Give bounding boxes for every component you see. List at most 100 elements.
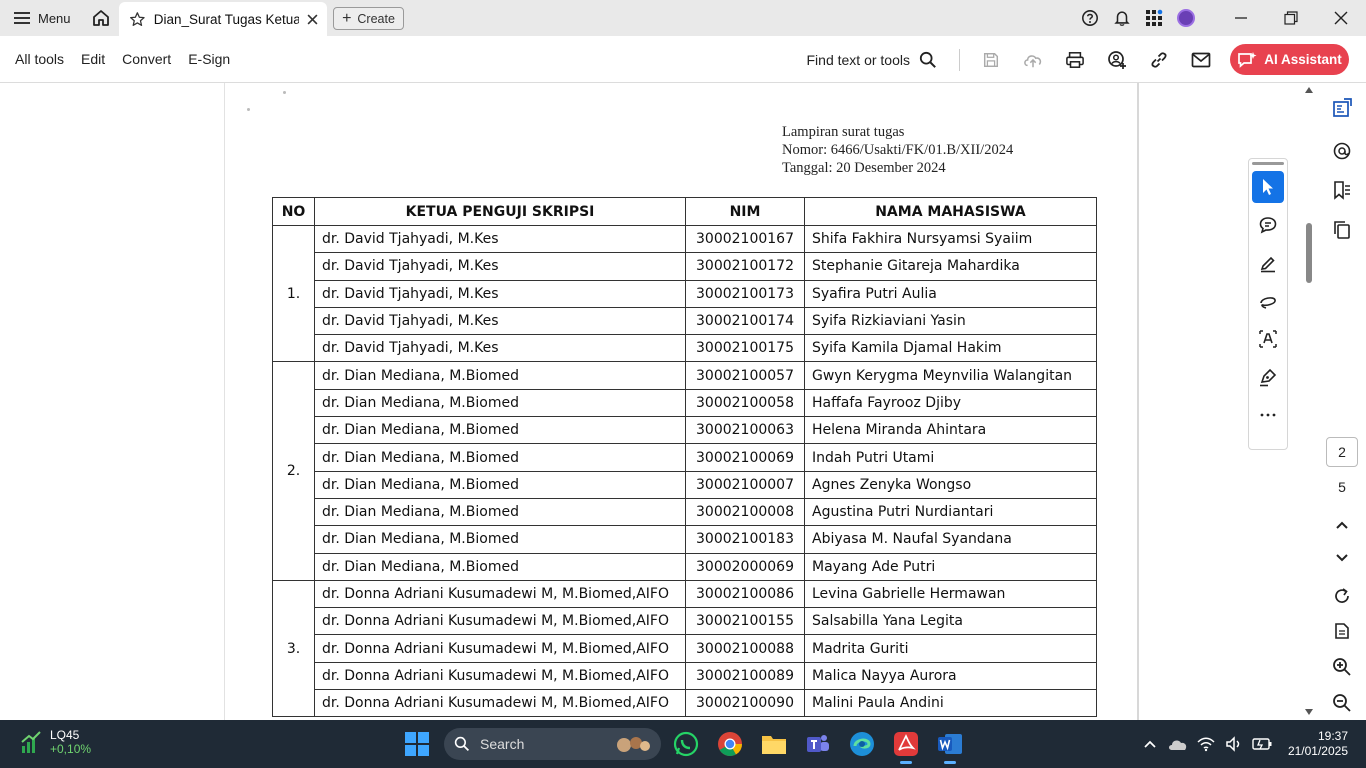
examiner-name: dr. David Tjahyadi, M.Kes	[314, 279, 686, 308]
notification-bell-icon[interactable]	[1106, 0, 1138, 36]
user-avatar[interactable]	[1170, 0, 1202, 36]
vertical-scrollbar[interactable]	[1302, 83, 1316, 720]
email-icon[interactable]	[1180, 36, 1222, 83]
freehand-draw-icon	[1260, 297, 1276, 309]
table-row: dr. Donna Adriani Kusumadewi M, M.Biomed…	[273, 661, 1097, 691]
scroll-down-arrow-icon[interactable]	[1305, 709, 1313, 715]
panel-grip[interactable]	[1252, 162, 1284, 165]
hamburger-icon	[14, 12, 30, 24]
edge-app[interactable]	[846, 728, 878, 760]
total-pages: 5	[1338, 479, 1346, 495]
next-page-icon[interactable]	[1329, 545, 1355, 571]
ai-assistant-button[interactable]: AI Assistant	[1230, 44, 1349, 75]
sign-tool[interactable]	[1252, 361, 1284, 393]
close-tab-icon[interactable]	[305, 12, 319, 26]
student-name: Haffafa Fayrooz Djiby	[804, 388, 1097, 418]
acrobat-app[interactable]	[890, 728, 922, 764]
comments-panel-icon[interactable]	[1329, 138, 1355, 164]
student-name: Malini Paula Andini	[804, 689, 1097, 718]
find-label: Find text or tools	[806, 51, 911, 68]
zoom-out-icon[interactable]	[1329, 690, 1355, 716]
cloud-upload-icon[interactable]	[1012, 36, 1054, 83]
draw-tool[interactable]	[1252, 285, 1284, 317]
toolbar-esign[interactable]: E-Sign	[188, 51, 247, 67]
fit-page-icon[interactable]	[1329, 618, 1355, 644]
minimize-button[interactable]	[1216, 0, 1266, 36]
zoom-in-icon[interactable]	[1329, 654, 1355, 680]
text-tool[interactable]	[1252, 323, 1284, 355]
rotate-icon[interactable]	[1329, 583, 1355, 609]
volume-icon[interactable]	[1222, 720, 1246, 768]
student-name: Shifa Fakhira Nursyamsi Syaiim	[804, 224, 1097, 254]
toolbar-convert[interactable]: Convert	[122, 51, 188, 67]
select-tool[interactable]	[1252, 171, 1284, 203]
examiner-name: dr. Dian Mediana, M.Biomed	[314, 497, 686, 527]
home-button[interactable]	[83, 0, 119, 36]
file-explorer-app[interactable]	[758, 728, 790, 760]
scroll-up-arrow-icon[interactable]	[1305, 87, 1313, 93]
chrome-app[interactable]	[714, 728, 746, 760]
toolbar-all-tools[interactable]: All tools	[0, 51, 81, 67]
student-name: Agnes Zenyka Wongso	[804, 470, 1097, 499]
start-button[interactable]	[405, 732, 429, 756]
group-number: 3.	[272, 579, 315, 718]
avatar-icon	[1177, 9, 1195, 27]
teams-icon	[807, 735, 829, 752]
student-nim: 30002100057	[685, 361, 805, 390]
onedrive-icon[interactable]	[1166, 720, 1190, 768]
teams-app[interactable]	[802, 728, 834, 760]
battery-icon[interactable]	[1250, 720, 1274, 768]
student-name: Helena Miranda Ahintara	[804, 416, 1097, 445]
group-number: 1.	[272, 224, 315, 363]
student-name: Syafira Putri Aulia	[804, 279, 1097, 308]
examiner-name: dr. Donna Adriani Kusumadewi M, M.Biomed…	[314, 661, 686, 691]
share-user-icon[interactable]	[1096, 36, 1138, 83]
scrollbar-thumb[interactable]	[1306, 223, 1312, 283]
restore-button[interactable]	[1266, 0, 1316, 36]
previous-page-icon[interactable]	[1329, 512, 1355, 538]
system-clock[interactable]: 19:37 21/01/2025	[1288, 729, 1348, 759]
word-app[interactable]	[934, 728, 966, 764]
whatsapp-app[interactable]	[670, 728, 702, 760]
wifi-icon[interactable]	[1194, 720, 1218, 768]
stock-widget[interactable]: LQ45 +0,10%	[20, 728, 91, 756]
comment-tool[interactable]	[1252, 209, 1284, 241]
ai-assistant-icon	[1238, 51, 1257, 68]
document-viewport[interactable]: Lampiran surat tugas Nomor: 6466/Usakti/…	[0, 83, 1302, 720]
find-text-or-tools[interactable]: Find text or tools	[807, 51, 938, 69]
close-window-button[interactable]	[1316, 0, 1366, 36]
plus-icon: +	[342, 9, 352, 27]
highlight-tool[interactable]	[1252, 247, 1284, 279]
student-name: Stephanie Gitareja Mahardika	[804, 252, 1097, 281]
more-tools[interactable]	[1252, 399, 1284, 431]
examiner-name: dr. David Tjahyadi, M.Kes	[314, 224, 686, 254]
table-row: dr. Dian Mediana, M.Biomed 30002100007 Agn…	[273, 470, 1097, 499]
toolbar-edit[interactable]: Edit	[81, 51, 122, 67]
export-pdf-icon[interactable]	[1329, 95, 1355, 121]
examiner-name: dr. Dian Mediana, M.Biomed	[314, 552, 686, 581]
show-hidden-icons-icon[interactable]	[1138, 720, 1162, 768]
document-tab[interactable]: Dian_Surat Tugas Ketua ...	[119, 2, 327, 36]
close-icon	[1334, 11, 1348, 25]
table-row: 1. dr. David Tjahyadi, M.Kes 30002100167 Sh…	[272, 224, 1097, 363]
table-row: 2. dr. Dian Mediana, M.Biomed 30002100057 G…	[272, 361, 1097, 581]
pages-thumbnails-icon[interactable]	[1329, 217, 1355, 243]
home-icon	[92, 10, 109, 26]
apps-grid-icon[interactable]	[1138, 0, 1170, 36]
menu-button[interactable]: Menu	[0, 0, 83, 36]
save-icon[interactable]	[970, 36, 1012, 83]
print-icon[interactable]	[1054, 36, 1096, 83]
examiner-name: dr. Donna Adriani Kusumadewi M, M.Biomed…	[314, 689, 686, 718]
link-icon[interactable]	[1138, 36, 1180, 83]
star-icon[interactable]	[129, 11, 146, 28]
attachment-title: Lampiran surat tugas	[782, 124, 905, 140]
table-row: dr. David Tjahyadi, M.Kes 30002100175 Syif…	[273, 334, 1097, 363]
create-button[interactable]: + Create	[333, 7, 404, 30]
current-page-input[interactable]: 2	[1326, 437, 1358, 467]
taskbar-search[interactable]: Search	[444, 728, 661, 760]
student-name: Indah Putri Utami	[804, 443, 1097, 472]
tab-title: Dian_Surat Tugas Ketua ...	[153, 11, 300, 27]
student-nim: 30002100089	[685, 661, 805, 691]
bookmarks-icon[interactable]	[1329, 177, 1355, 203]
help-icon[interactable]	[1074, 0, 1106, 36]
